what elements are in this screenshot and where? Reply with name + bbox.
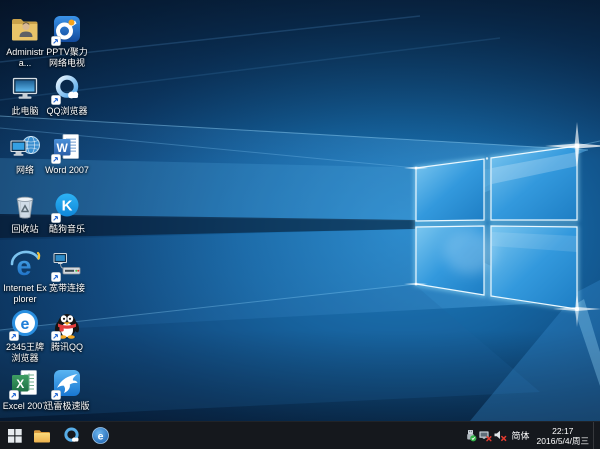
volume-muted-icon[interactable] (493, 422, 508, 449)
shortcut-arrow-icon (9, 390, 19, 400)
taskbar-2345-browser-button[interactable]: e (88, 422, 112, 449)
network-disconnected-icon[interactable] (478, 422, 493, 449)
svg-text:e: e (97, 431, 103, 443)
desktop-icon-recycle-bin[interactable]: 回收站 (2, 190, 48, 235)
show-desktop-button[interactable] (593, 422, 598, 449)
taskbar: e (0, 421, 600, 449)
desktop-icon-word-2007[interactable]: W Word 2007 (44, 131, 90, 176)
windows-desktop-screen: Administra... PPTV聚力 网络电视 (0, 0, 600, 449)
windows-hero-wallpaper (0, 0, 600, 421)
svg-text:e: e (21, 316, 30, 333)
taskbar-file-explorer-button[interactable] (30, 422, 54, 449)
svg-text:e: e (16, 251, 31, 281)
icon-label: 酷狗音乐 (44, 224, 90, 235)
desktop-icon-tencent-qq[interactable]: 腾讯QQ (44, 308, 90, 353)
icon-label: 回收站 (2, 224, 48, 235)
system-tray: 简体 22:17 2016/5/4/周三 (463, 422, 600, 449)
shortcut-arrow-icon (9, 331, 19, 341)
desktop-icon-qq-browser[interactable]: QQ浏览器 (44, 72, 90, 117)
usb-safely-remove-icon[interactable] (463, 422, 478, 449)
icon-label: 2345王牌浏览器 (2, 342, 48, 364)
start-button[interactable] (2, 422, 28, 449)
svg-text:X: X (16, 377, 24, 391)
desktop-icon-kugou[interactable]: K 酷狗音乐 (44, 190, 90, 235)
icon-label: 迅雷极速版 (44, 401, 90, 412)
svg-text:K: K (62, 198, 73, 215)
desktop-area: Administra... PPTV聚力 网络电视 (0, 0, 600, 421)
network-icon (9, 131, 41, 163)
shortcut-arrow-icon (51, 390, 61, 400)
icon-label: Internet Explorer (2, 283, 48, 305)
shortcut-arrow-icon (51, 95, 61, 105)
desktop-icon-excel-2007[interactable]: X Excel 2007 (2, 367, 48, 412)
icon-label: Excel 2007 (2, 401, 48, 412)
icon-label: 此电脑 (2, 106, 48, 117)
taskbar-qq-browser-button[interactable] (57, 422, 85, 449)
icon-label: 腾讯QQ (44, 342, 90, 353)
shortcut-arrow-icon (51, 154, 61, 164)
icon-label: 宽带连接 (44, 283, 90, 294)
desktop-icon-internet-explorer[interactable]: e Internet Explorer (2, 249, 48, 305)
recycle-bin-icon (9, 190, 41, 222)
start-icon (8, 429, 22, 443)
icon-label: PPTV聚力 网络电视 (44, 47, 90, 69)
desktop-icon-2345-browser[interactable]: e 2345王牌浏览器 (2, 308, 48, 364)
clock-time: 22:17 (537, 426, 589, 436)
desktop-icon-this-pc[interactable]: 此电脑 (2, 72, 48, 117)
shortcut-arrow-icon (51, 272, 61, 282)
2345-browser-icon: e (92, 427, 109, 444)
desktop-icon-thunder[interactable]: 迅雷极速版 (44, 367, 90, 412)
desktop-icon-pptv[interactable]: PPTV聚力 网络电视 (44, 13, 90, 69)
administrator-folder-icon (9, 13, 41, 45)
taskbar-clock[interactable]: 22:17 2016/5/4/周三 (534, 426, 593, 446)
icon-label: Word 2007 (44, 165, 90, 176)
internet-explorer-icon: e (9, 249, 41, 281)
icon-label: Administra... (2, 47, 48, 69)
ime-indicator[interactable]: 简体 (508, 429, 534, 442)
shortcut-arrow-icon (51, 36, 61, 46)
file-explorer-icon (33, 428, 51, 444)
shortcut-arrow-icon (51, 331, 61, 341)
desktop-icon-network[interactable]: 网络 (2, 131, 48, 176)
shortcut-arrow-icon (51, 213, 61, 223)
svg-text:W: W (57, 141, 69, 155)
desktop-icon-administrator[interactable]: Administra... (2, 13, 48, 69)
this-pc-icon (9, 72, 41, 104)
icon-label: 网络 (2, 165, 48, 176)
icon-label: QQ浏览器 (44, 106, 90, 117)
qq-browser-icon (62, 426, 81, 445)
clock-date: 2016/5/4/周三 (537, 436, 589, 446)
desktop-icon-broadband[interactable]: 宽带连接 (44, 249, 90, 294)
